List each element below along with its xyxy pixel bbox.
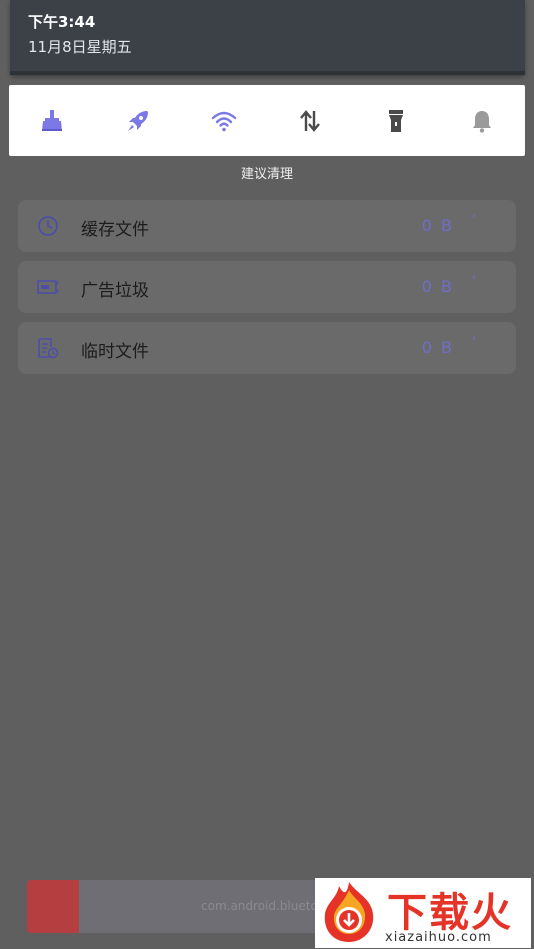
broom-clean-icon[interactable] xyxy=(32,101,72,141)
flashlight-icon[interactable] xyxy=(376,101,416,141)
junk-item-size: 0 B xyxy=(421,338,454,357)
panel-divider xyxy=(10,71,525,75)
loading-spinner-icon: ʹ xyxy=(472,275,476,291)
junk-item-size: 0 B xyxy=(421,216,454,235)
ad-icon xyxy=(37,280,59,294)
quick-actions-bar xyxy=(9,85,525,156)
junk-list: 缓存文件 0 B ʹ 广告垃圾 0 B ʹ 临时文件 0 B ʹ xyxy=(18,200,516,383)
junk-item-ads[interactable]: 广告垃圾 0 B ʹ xyxy=(18,261,516,313)
temp-file-icon xyxy=(38,338,59,359)
loading-spinner-icon: ʹ xyxy=(472,336,476,352)
notification-panel: 下午3:44 11月8日星期五 xyxy=(10,0,525,75)
data-transfer-icon[interactable] xyxy=(290,101,330,141)
status-date: 11月8日星期五 xyxy=(28,38,132,56)
app-color-block xyxy=(27,880,79,933)
status-time: 下午3:44 xyxy=(28,13,96,31)
junk-item-size: 0 B xyxy=(421,277,454,296)
watermark-flame-logo-icon xyxy=(324,882,374,942)
bottom-notification-bar[interactable]: com.android.blueto xyxy=(27,880,357,933)
watermark: 下载火 xiazaihuo.com xyxy=(315,878,531,948)
junk-item-temp[interactable]: 临时文件 0 B ʹ xyxy=(18,322,516,374)
wifi-icon[interactable] xyxy=(204,101,244,141)
junk-item-label: 临时文件 xyxy=(81,342,149,362)
junk-item-label: 广告垃圾 xyxy=(81,281,149,301)
section-title: 建议清理 xyxy=(240,167,293,182)
watermark-url: xiazaihuo.com xyxy=(385,930,492,945)
clock-icon xyxy=(38,216,58,236)
bell-icon[interactable] xyxy=(462,101,502,141)
junk-item-cache[interactable]: 缓存文件 0 B ʹ xyxy=(18,200,516,252)
junk-item-label: 缓存文件 xyxy=(81,220,149,240)
bottom-bar-text: com.android.blueto xyxy=(201,899,318,913)
rocket-boost-icon[interactable] xyxy=(118,101,158,141)
loading-spinner-icon: ʹ xyxy=(472,214,476,230)
